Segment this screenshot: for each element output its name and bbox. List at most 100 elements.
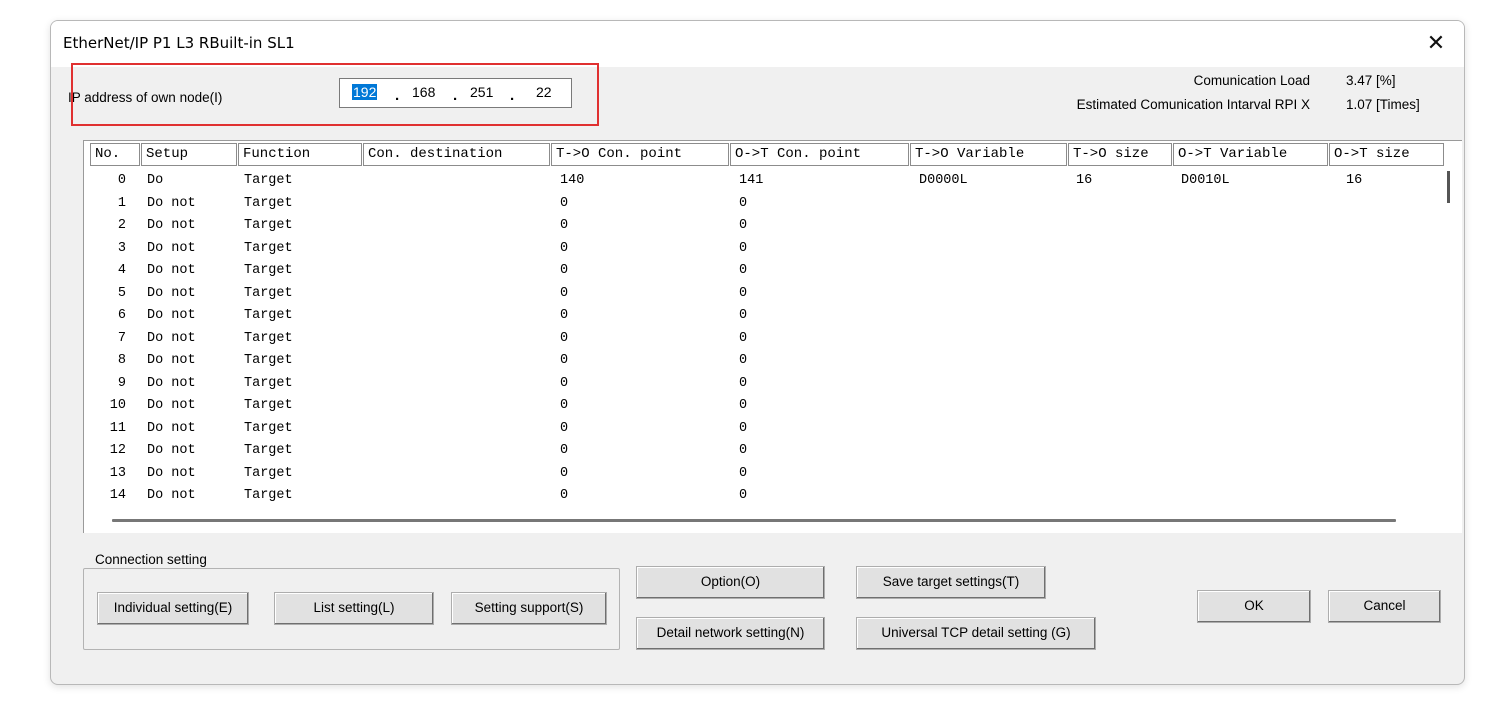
- cell-setup: Do not: [147, 375, 196, 391]
- cell-setup: Do: [147, 173, 164, 188]
- cell-no: 5: [117, 285, 126, 301]
- cell-ot-con-point: 0: [739, 285, 748, 301]
- cell-to-con-point: 0: [560, 330, 569, 346]
- cell-setup: Do not: [147, 465, 196, 481]
- cell-setup: Do not: [147, 353, 196, 368]
- cell-no: 1: [117, 195, 126, 211]
- cell-no: 8: [117, 353, 126, 368]
- cell-to-size: 16: [1076, 173, 1093, 188]
- table-row[interactable]: 10 Do not Target 0 0: [84, 395, 1444, 417]
- cell-ot-con-point: 0: [739, 330, 748, 346]
- cell-setup: Do not: [147, 308, 196, 323]
- cell-to-con-point: 0: [560, 488, 569, 503]
- cell-ot-con-point: 0: [739, 420, 748, 436]
- cell-to-con-point: 0: [560, 398, 569, 413]
- cell-no: 9: [117, 375, 126, 391]
- cell-function: Target: [244, 308, 293, 323]
- table-row[interactable]: 3 Do not Target 0 0: [84, 238, 1444, 260]
- cell-ot-variable: D0010L: [1181, 173, 1230, 188]
- cell-ot-con-point: 0: [739, 308, 748, 323]
- col-header-function[interactable]: Function: [238, 143, 362, 166]
- cell-ot-con-point: 0: [739, 240, 748, 256]
- cell-no: 4: [117, 263, 126, 278]
- cell-ot-con-point: 0: [739, 353, 748, 368]
- table-row[interactable]: 0 Do Target 140 141 D0000L 16 D0010L 16: [84, 170, 1444, 192]
- detail-network-setting-button[interactable]: Detail network setting(N): [636, 617, 825, 650]
- cell-function: Target: [244, 443, 293, 458]
- list-setting-button[interactable]: List setting(L): [274, 592, 434, 625]
- cell-ot-con-point: 0: [739, 218, 748, 233]
- col-header-to-size[interactable]: T->O size: [1068, 143, 1172, 166]
- col-header-setup[interactable]: Setup: [141, 143, 237, 166]
- cell-no: 2: [117, 218, 126, 233]
- col-header-no[interactable]: No.: [90, 143, 140, 166]
- table-row[interactable]: 4 Do not Target 0 0: [84, 260, 1444, 282]
- cell-no: 7: [117, 330, 126, 346]
- cell-to-con-point: 0: [560, 353, 569, 368]
- cell-no: 10: [109, 398, 126, 413]
- ok-button[interactable]: OK: [1197, 590, 1311, 623]
- cell-function: Target: [244, 330, 293, 346]
- table-row[interactable]: 6 Do not Target 0 0: [84, 305, 1444, 327]
- comm-load-label: Comunication Load: [1193, 73, 1310, 88]
- cell-setup: Do not: [147, 285, 196, 301]
- col-header-ot-size[interactable]: O->T size: [1329, 143, 1444, 166]
- connection-table[interactable]: No. Setup Function Con. destination T->O…: [83, 140, 1462, 533]
- cell-ot-con-point: 0: [739, 263, 748, 278]
- save-target-settings-button[interactable]: Save target settings(T): [856, 566, 1046, 599]
- title-bar: EtherNet/IP P1 L3 RBuilt-in SL1 ✕: [51, 21, 1464, 67]
- cell-no: 0: [117, 173, 126, 188]
- window-title: EtherNet/IP P1 L3 RBuilt-in SL1: [63, 34, 295, 52]
- table-row[interactable]: 13 Do not Target 0 0: [84, 463, 1444, 485]
- col-header-to-con-point[interactable]: T->O Con. point: [551, 143, 729, 166]
- cell-no: 6: [117, 308, 126, 323]
- cell-to-con-point: 0: [560, 443, 569, 458]
- cell-to-con-point: 0: [560, 420, 569, 436]
- cell-ot-con-point: 141: [739, 173, 764, 188]
- connection-setting-title: Connection setting: [93, 552, 209, 567]
- universal-tcp-detail-button[interactable]: Universal TCP detail setting (G): [856, 617, 1096, 650]
- cell-ot-con-point: 0: [739, 465, 748, 481]
- horizontal-scrollbar[interactable]: [112, 519, 1396, 522]
- individual-setting-button[interactable]: Individual setting(E): [97, 592, 249, 625]
- cell-function: Target: [244, 353, 293, 368]
- cell-setup: Do not: [147, 263, 196, 278]
- col-header-to-variable[interactable]: T->O Variable: [910, 143, 1067, 166]
- table-row[interactable]: 5 Do not Target 0 0: [84, 283, 1444, 305]
- col-header-ot-con-point[interactable]: O->T Con. point: [730, 143, 909, 166]
- col-header-con-destination[interactable]: Con. destination: [363, 143, 550, 166]
- cell-to-con-point: 140: [560, 173, 585, 188]
- cancel-button[interactable]: Cancel: [1328, 590, 1441, 623]
- setting-support-button[interactable]: Setting support(S): [451, 592, 607, 625]
- cell-to-con-point: 0: [560, 285, 569, 301]
- cell-function: Target: [244, 218, 293, 233]
- cell-setup: Do not: [147, 420, 196, 436]
- cell-to-con-point: 0: [560, 218, 569, 233]
- table-row[interactable]: 7 Do not Target 0 0: [84, 328, 1444, 350]
- cell-function: Target: [244, 263, 293, 278]
- cell-function: Target: [244, 240, 293, 256]
- cell-to-con-point: 0: [560, 308, 569, 323]
- col-header-ot-variable[interactable]: O->T Variable: [1173, 143, 1328, 166]
- table-body: No. Setup Function Con. destination T->O…: [84, 141, 1462, 533]
- table-row[interactable]: 9 Do not Target 0 0: [84, 373, 1444, 395]
- cell-function: Target: [244, 375, 293, 391]
- ip-highlight-annotation: [71, 63, 599, 126]
- vertical-scrollbar[interactable]: [1447, 171, 1450, 203]
- table-row[interactable]: 2 Do not Target 0 0: [84, 215, 1444, 237]
- cell-ot-con-point: 0: [739, 488, 748, 503]
- table-row[interactable]: 12 Do not Target 0 0: [84, 440, 1444, 462]
- table-row[interactable]: 8 Do not Target 0 0: [84, 350, 1444, 372]
- cell-ot-size: 16: [1346, 173, 1363, 188]
- close-icon[interactable]: ✕: [1422, 29, 1450, 57]
- rpi-value: 1.07 [Times]: [1346, 97, 1420, 112]
- table-row[interactable]: 1 Do not Target 0 0: [84, 193, 1444, 215]
- option-button[interactable]: Option(O): [636, 566, 825, 599]
- table-row[interactable]: 11 Do not Target 0 0: [84, 418, 1444, 440]
- cell-ot-con-point: 0: [739, 195, 748, 211]
- cell-function: Target: [244, 398, 293, 413]
- table-row[interactable]: 14 Do not Target 0 0: [84, 485, 1444, 507]
- cell-no: 11: [109, 420, 126, 436]
- rpi-label: Estimated Comunication Intarval RPI X: [1076, 97, 1310, 112]
- cell-to-con-point: 0: [560, 263, 569, 278]
